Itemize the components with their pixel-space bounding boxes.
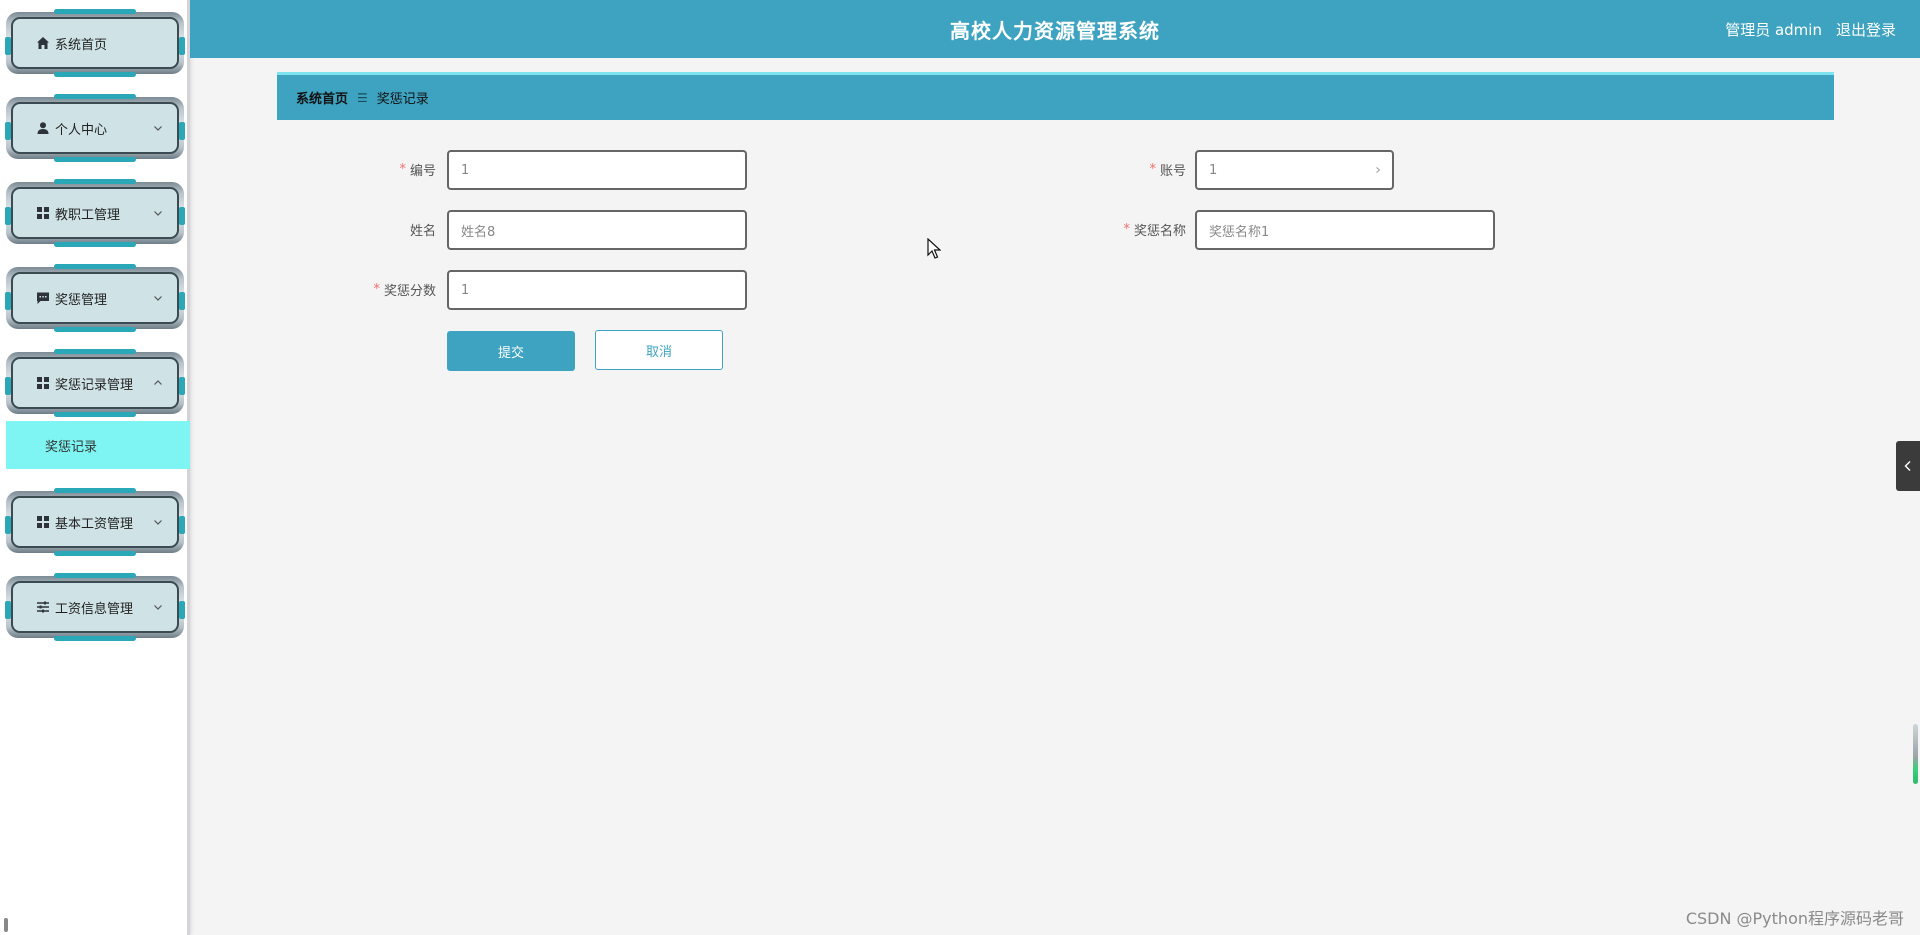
sliders-icon	[35, 599, 51, 615]
chevron-right-icon	[1376, 167, 1381, 173]
grid-icon	[35, 205, 51, 221]
sidebar-item-label: 系统首页	[55, 37, 108, 53]
required-mark: *	[373, 281, 380, 297]
user-icon	[35, 120, 51, 136]
sidebar-item-salary-info[interactable]: 工资信息管理	[5, 576, 185, 638]
submenu-item-reward-records[interactable]: 奖惩记录	[6, 421, 190, 469]
chevron-down-icon	[154, 296, 162, 301]
chevron-down-icon	[154, 211, 162, 216]
required-mark: *	[399, 161, 406, 177]
sidebar-item-base-salary[interactable]: 基本工资管理	[5, 491, 185, 553]
reward-name-label: * 奖惩名称	[1080, 210, 1186, 248]
sidebar-item-frame: 教职工管理	[5, 187, 185, 239]
breadcrumb-separator-icon: ☰	[357, 90, 368, 105]
home-icon	[35, 35, 51, 51]
chevron-up-icon	[154, 380, 162, 385]
sidebar-item-label: 教职工管理	[55, 207, 121, 223]
account-select[interactable]: 1	[1195, 150, 1394, 190]
reward-score-label-text: 奖惩分数	[383, 283, 436, 299]
name-input[interactable]	[447, 210, 747, 250]
sidebar-item-frame: 基本工资管理	[5, 496, 185, 548]
breadcrumb-current: 奖惩记录	[376, 92, 429, 107]
number-label-text: 编号	[409, 163, 436, 179]
sidebar-item-staff[interactable]: 教职工管理	[5, 182, 185, 244]
chevron-left-icon	[1904, 461, 1911, 471]
header-user-area: 管理员 admin 退出登录	[1725, 0, 1896, 58]
reward-name-input[interactable]	[1195, 210, 1495, 250]
breadcrumb: 系统首页 ☰ 奖惩记录	[277, 72, 1834, 120]
sidebar-item-frame: 奖惩管理	[5, 272, 185, 324]
sidebar-item-reward-records[interactable]: 奖惩记录管理	[5, 352, 185, 414]
sidebar-item-frame: 奖惩记录管理	[5, 357, 185, 409]
chevron-down-icon	[154, 605, 162, 610]
sidebar-item-label: 基本工资管理	[55, 516, 134, 532]
sidebar-item-home[interactable]: 系统首页	[5, 12, 185, 74]
grid-icon	[35, 375, 51, 391]
sidebar-item-profile[interactable]: 个人中心	[5, 97, 185, 159]
account-label: * 账号	[1080, 150, 1186, 188]
sidebar-item-label: 奖惩管理	[55, 292, 108, 308]
account-label-text: 账号	[1159, 163, 1186, 179]
app-title: 高校人力资源管理系统	[950, 18, 1160, 43]
cancel-button[interactable]: 取消	[595, 330, 723, 370]
page-scrollbar[interactable]	[1913, 724, 1918, 784]
top-header: 高校人力资源管理系统 管理员 admin 退出登录	[190, 0, 1920, 58]
account-select-value: 1	[1209, 162, 1218, 178]
number-label: * 编号	[330, 150, 436, 188]
watermark: CSDN @Python程序源码老哥	[1685, 909, 1904, 928]
grid-icon	[35, 514, 51, 530]
sidebar-item-label: 奖惩记录管理	[55, 377, 134, 393]
side-panel-toggle[interactable]	[1896, 441, 1920, 491]
sidebar: 系统首页 个人中心 教职工管理 奖惩管理 奖惩记录管理 奖惩记录 基本工资管理 …	[0, 0, 190, 935]
sidebar-item-frame: 工资信息管理	[5, 581, 185, 633]
name-label-text: 姓名	[409, 223, 436, 239]
required-mark: *	[1149, 161, 1156, 177]
reward-score-label: * 奖惩分数	[330, 270, 436, 308]
breadcrumb-home[interactable]: 系统首页	[296, 88, 348, 107]
sidebar-item-rewards[interactable]: 奖惩管理	[5, 267, 185, 329]
sidebar-item-label: 个人中心	[55, 122, 108, 138]
sidebar-item-frame: 系统首页	[5, 17, 185, 69]
chevron-down-icon	[154, 520, 162, 525]
reward-score-input[interactable]	[447, 270, 747, 310]
reward-name-label-text: 奖惩名称	[1133, 223, 1186, 239]
current-user: 管理员 admin	[1725, 20, 1822, 39]
sidebar-item-frame: 个人中心	[5, 102, 185, 154]
sidebar-scrollbar[interactable]	[4, 918, 8, 932]
number-input[interactable]	[447, 150, 747, 190]
name-label: 姓名	[330, 210, 436, 248]
sidebar-item-label: 工资信息管理	[55, 601, 134, 617]
mouse-cursor-icon	[927, 238, 941, 259]
message-icon	[35, 290, 51, 306]
submit-button[interactable]: 提交	[447, 331, 575, 371]
logout-link[interactable]: 退出登录	[1836, 19, 1896, 40]
required-mark: *	[1123, 221, 1130, 237]
chevron-down-icon	[154, 126, 162, 131]
